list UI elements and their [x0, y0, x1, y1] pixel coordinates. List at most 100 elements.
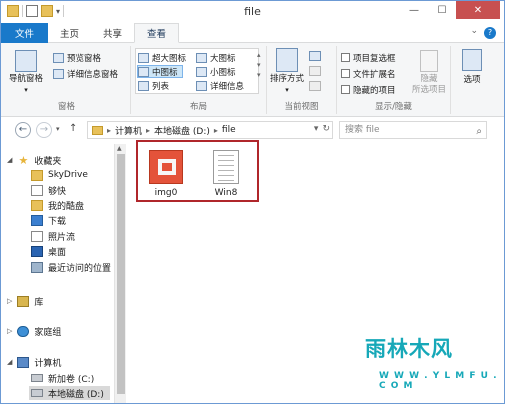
add-columns-icon[interactable]: [309, 66, 321, 76]
navigation-pane-button[interactable]: 导航窗格 ▾: [7, 50, 45, 96]
watermark-logo: 雨林木风: [365, 336, 453, 361]
panes-group: 导航窗格 ▾ 预览窗格 详细信息窗格 窗格: [3, 46, 131, 114]
watermark-url: W W W . Y L M F U . C O M: [379, 371, 498, 391]
expand-arrow-icon[interactable]: ▷: [7, 327, 12, 335]
window-controls: — ☐ ✕: [400, 1, 500, 19]
tab-home[interactable]: 主页: [48, 23, 91, 43]
preview-pane-button[interactable]: 预览窗格: [53, 51, 101, 64]
panes-group-label: 窗格: [57, 102, 75, 112]
address-row: ← → ▾ ↑ ▸ 计算机 ▸ 本地磁盘 (D:) ▸ file ▾ ↻ 搜索 …: [1, 119, 504, 141]
nav-item-gokuai[interactable]: 够快: [31, 183, 66, 197]
nav-libraries[interactable]: ▷ 库: [7, 294, 43, 308]
nav-item-label: 下载: [48, 216, 67, 227]
options-button[interactable]: 选项: [455, 49, 489, 86]
nav-drive-c[interactable]: 新加卷 (C:): [31, 371, 94, 385]
back-button[interactable]: ←: [15, 122, 31, 138]
tab-file[interactable]: 文件: [1, 23, 49, 43]
nav-item-recent-places[interactable]: 最近访问的位置: [31, 260, 111, 274]
medium-icons-option[interactable]: 中图标: [137, 65, 183, 78]
small-icons-option[interactable]: 小图标: [196, 65, 236, 78]
scroll-up-icon[interactable]: ▲: [117, 145, 122, 152]
address-bar[interactable]: ▸ 计算机 ▸ 本地磁盘 (D:) ▸ file ▾ ↻: [87, 121, 333, 139]
large-icons-option[interactable]: 大图标: [196, 51, 236, 64]
folder-icon: [31, 169, 43, 181]
tab-share[interactable]: 共享: [91, 23, 134, 43]
breadcrumb-drive-d[interactable]: 本地磁盘 (D:): [154, 124, 210, 137]
scroll-thumb[interactable]: [117, 154, 125, 394]
ribbon-collapse-icon[interactable]: ⌄: [470, 26, 478, 36]
hidden-items-label: 隐藏的项目: [353, 85, 396, 96]
nav-homegroup[interactable]: ▷ 家庭组: [7, 324, 61, 338]
file-name: Win8: [214, 188, 238, 198]
sort-by-button[interactable]: 排序方式 ▾: [269, 48, 305, 96]
recent-places-icon: [31, 261, 43, 273]
download-folder-icon: [31, 214, 43, 226]
forward-button[interactable]: →: [36, 122, 52, 138]
details-option[interactable]: 详细信息: [196, 79, 244, 92]
file-extensions-toggle[interactable]: 文件扩展名: [341, 67, 396, 80]
address-dropdown-icon[interactable]: ▾: [314, 124, 319, 134]
layout-scroll-icon[interactable]: ▴ ▾ ▾: [257, 50, 261, 80]
file-name: img0: [154, 188, 178, 198]
maximize-button[interactable]: ☐: [428, 1, 456, 19]
search-input[interactable]: 搜索 file ⌕: [339, 121, 487, 139]
file-extensions-checkbox[interactable]: [341, 69, 350, 78]
homegroup-icon: [17, 325, 30, 337]
size-columns-icon[interactable]: [309, 81, 321, 91]
nav-computer[interactable]: ◢ 计算机: [7, 355, 61, 369]
navigation-pane: ◢ ★ 收藏夹 SkyDrive 够快 我的酷盘 下载 照片流 桌面 最近访问的…: [1, 144, 127, 403]
nav-drive-d[interactable]: 本地磁盘 (D:): [29, 386, 110, 400]
nav-item-desktop[interactable]: 桌面: [31, 244, 66, 258]
breadcrumb-separator-icon[interactable]: ▸: [214, 126, 218, 135]
expand-arrow-icon[interactable]: ◢: [7, 358, 12, 366]
refresh-icon[interactable]: ↻: [322, 124, 330, 134]
recent-locations-icon[interactable]: ▾: [56, 125, 60, 133]
list-icon: [138, 80, 149, 91]
nav-libraries-label: 库: [34, 297, 44, 308]
item-checkboxes-checkbox[interactable]: [341, 53, 350, 62]
list-option[interactable]: 列表: [138, 79, 169, 92]
nav-scrollbar[interactable]: ▲: [114, 144, 126, 403]
nav-item-label: 照片流: [48, 232, 76, 243]
large-icons-label: 大图标: [210, 53, 236, 64]
nav-item-skydrive[interactable]: SkyDrive: [31, 168, 88, 182]
tab-view[interactable]: 查看: [134, 23, 180, 43]
item-checkboxes-toggle[interactable]: 项目复选框: [341, 51, 396, 64]
breadcrumb-separator-icon[interactable]: ▸: [146, 126, 150, 135]
ribbon: 导航窗格 ▾ 预览窗格 详细信息窗格 窗格 超大图标 大图标 中图标 小图标 列…: [1, 43, 504, 117]
breadcrumb-separator-icon[interactable]: ▸: [107, 126, 111, 135]
expand-arrow-icon[interactable]: ▷: [7, 297, 12, 305]
details-pane-icon: [53, 68, 64, 79]
help-icon[interactable]: ?: [484, 27, 496, 39]
nav-item-label: 桌面: [48, 247, 67, 258]
nav-item-kupan[interactable]: 我的酷盘: [31, 198, 84, 212]
preview-pane-label: 预览窗格: [67, 53, 102, 64]
layout-gallery: 超大图标 大图标 中图标 小图标 列表 详细信息: [135, 48, 259, 94]
details-pane-button[interactable]: 详细信息窗格: [53, 67, 118, 80]
extra-large-icons-option[interactable]: 超大图标: [138, 51, 186, 64]
hide-selected-button[interactable]: 隐藏 所选项目: [409, 50, 449, 96]
minimize-button[interactable]: —: [400, 1, 428, 19]
up-button[interactable]: ↑: [69, 123, 77, 134]
search-icon[interactable]: ⌕: [476, 124, 482, 140]
hidden-items-checkbox[interactable]: [341, 85, 350, 94]
nav-item-downloads[interactable]: 下载: [31, 213, 66, 227]
hidden-items-toggle[interactable]: 隐藏的项目: [341, 83, 396, 96]
breadcrumb-computer[interactable]: 计算机: [115, 124, 142, 137]
file-item-img0[interactable]: img0: [142, 150, 190, 198]
image-file-icon: [149, 150, 183, 184]
expand-arrow-icon[interactable]: ◢: [7, 156, 12, 164]
breadcrumb-file[interactable]: file: [222, 125, 236, 135]
site-watermark: 雨林木风 W W W . Y L M F U . C O M: [361, 327, 504, 403]
sort-by-label: 排序方式: [269, 74, 304, 84]
nav-favorites[interactable]: ◢ ★ 收藏夹: [7, 153, 61, 167]
folder-icon: [92, 125, 103, 135]
chevron-down-icon: ▾: [285, 86, 289, 94]
nav-computer-label: 计算机: [34, 358, 62, 369]
file-item-win8[interactable]: Win8: [202, 150, 250, 198]
close-button[interactable]: ✕: [456, 1, 500, 19]
current-view-group-label: 当前视图: [284, 102, 319, 112]
group-by-icon[interactable]: [309, 51, 321, 61]
nav-item-photo-stream[interactable]: 照片流: [31, 229, 75, 243]
drive-icon: [31, 389, 43, 397]
